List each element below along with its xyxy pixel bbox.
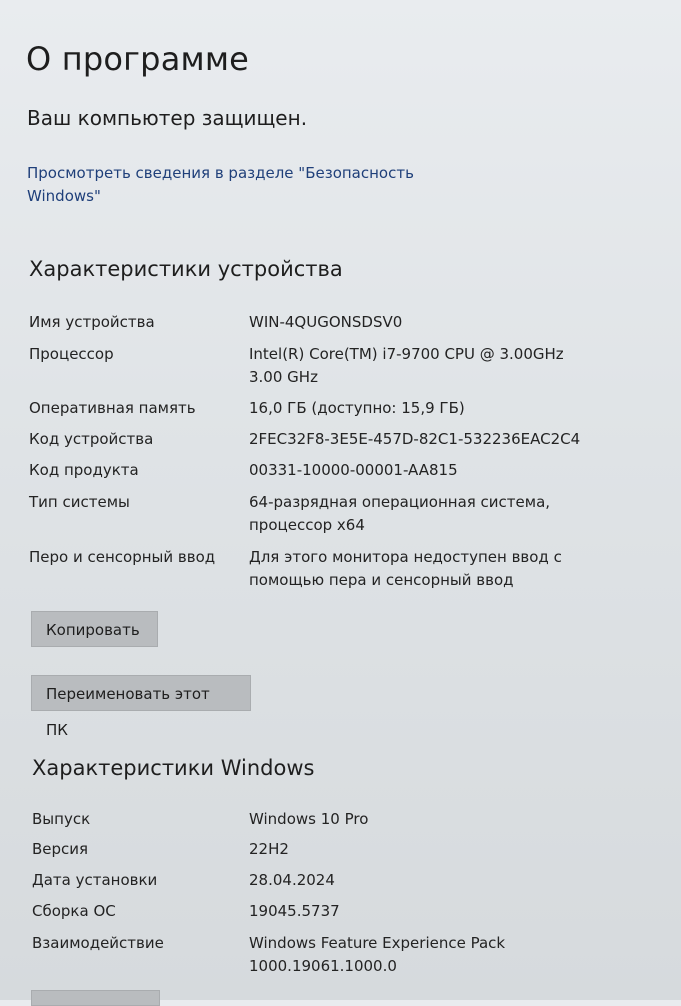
spec-label: Перо и сенсорный ввод [29,548,216,566]
spec-value: 2FEC32F8-3E5E-457D-82C1-532236EAC2C4 [249,430,581,448]
spec-value: 19045.5737 [249,902,340,920]
windows-specs-title: Характеристики Windows [32,756,315,780]
spec-value: Windows 10 Pro [249,810,369,828]
about-page: О программе Ваш компьютер защищен. Просм… [0,0,681,1006]
spec-label: Процессор [29,345,114,363]
spec-label: Взаимодействие [32,934,164,952]
copy-windows-button[interactable] [31,990,160,1006]
spec-value: 16,0 ГБ (доступно: 15,9 ГБ) [249,399,465,417]
spec-value: 00331-10000-00001-AA815 [249,461,458,479]
spec-label: Дата установки [32,871,158,889]
security-details-link[interactable]: Просмотреть сведения в разделе "Безопасн… [27,162,447,208]
spec-label: Версия [32,840,89,858]
spec-value: WIN-4QUGONSDSV0 [249,313,403,331]
spec-label: Сборка ОС [32,902,116,920]
spec-value: 64-разрядная операционная система, проце… [249,493,551,534]
spec-label: Код продукта [29,461,139,479]
protection-status: Ваш компьютер защищен. [27,106,308,130]
spec-label: Имя устройства [29,313,155,331]
spec-label: Оперативная память [29,399,196,417]
copy-button[interactable]: Копировать [31,611,158,647]
spec-value: Intel(R) Core(TM) i7-9700 CPU @ 3.00GHz … [249,345,564,386]
spec-label: Код устройства [29,430,154,448]
spec-value: 22H2 [249,840,289,858]
rename-pc-button[interactable]: Переименовать этот ПК [31,675,251,739]
spec-value: 28.04.2024 [249,871,335,889]
spec-label: Выпуск [32,810,91,828]
spec-value: Для этого монитора недоступен ввод с пом… [249,548,562,589]
spec-value: Windows Feature Experience Pack 1000.190… [249,934,506,975]
device-specs-title: Характеристики устройства [29,257,343,281]
spec-label: Тип системы [29,493,130,511]
page-title: О программе [26,40,250,78]
